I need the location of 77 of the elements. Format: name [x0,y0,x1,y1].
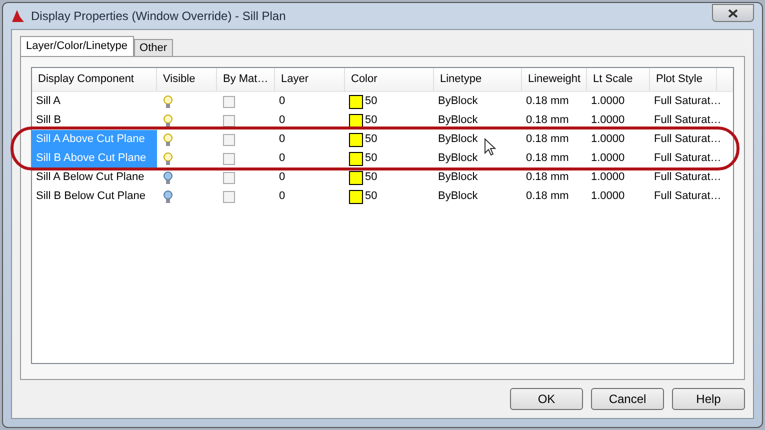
checkbox[interactable] [223,190,235,202]
light-bulb-icon[interactable] [163,94,173,108]
table-cell-text: 0 [279,113,286,128]
dialog-button[interactable]: Cancel [591,388,664,410]
mouse-cursor-icon [484,138,496,157]
color-swatch [349,152,363,166]
light-bulb-icon[interactable] [163,170,173,184]
table-cell[interactable]: Sill B [32,111,157,130]
table-cell-text: ByBlock [438,170,478,186]
table-cell-text: 1.0000 [591,151,625,166]
column-header[interactable]: Visible [157,68,217,91]
table-cell-text: 0.18 mm [526,94,569,110]
color-swatch [349,132,363,146]
table-cell-text: 50 [365,132,378,148]
table-cell-text: Full Saturat… [654,113,722,128]
table-cell-text: ByBlock [438,151,478,166]
table-cell-text: ByBlock [438,189,478,204]
table-cell-text: 0 [279,189,286,204]
table-cell-text: ByBlock [438,113,478,128]
checkbox[interactable] [223,114,235,126]
close-button[interactable] [712,4,754,22]
checkbox[interactable] [223,96,235,108]
table-cell-text: 50 [365,170,378,186]
dialog-button[interactable]: Help [672,388,745,410]
table-cell-text: 50 [365,189,378,204]
light-bulb-icon[interactable] [163,132,173,146]
column-header[interactable]: Layer [275,68,345,91]
color-swatch [349,170,363,184]
light-bulb-icon[interactable] [163,114,173,128]
checkbox[interactable] [223,172,235,184]
table-cell-text: 1.0000 [591,113,625,128]
table-cell-text: Full Saturat… [654,151,722,166]
checkbox[interactable] [223,134,235,146]
column-header[interactable]: By Mat… [217,68,275,91]
table-cell-text: 1.0000 [591,189,625,204]
column-header[interactable]: Plot Style [650,68,717,91]
table-cell-text: ByBlock [438,132,478,148]
table-cell-text: 0 [279,94,286,110]
tab[interactable]: Other [134,39,174,56]
table-cell-text: Full Saturat… [654,170,722,186]
table-cell-text: Full Saturat… [654,132,722,148]
table-cell-text: Full Saturat… [654,189,722,204]
light-bulb-icon[interactable] [163,190,173,204]
close-icon [728,8,738,18]
table-cell-text: 50 [365,113,378,128]
table-cell-text: Full Saturat… [654,94,722,110]
color-swatch [349,190,363,204]
color-swatch [349,114,363,128]
table-cell-text: 0.18 mm [526,132,569,148]
color-swatch [349,94,363,108]
table-cell-text: 0.18 mm [526,151,569,166]
column-header[interactable]: Display Component [32,68,157,91]
light-bulb-icon[interactable] [163,152,173,166]
table-cell-text: 0.18 mm [526,170,569,186]
column-header[interactable]: Linetype [434,68,522,91]
column-header[interactable]: Lt Scale [587,68,650,91]
window-title: Display Properties (Window Override) - Sill Plan [31,8,286,25]
table-cell[interactable]: Sill A [32,92,157,111]
table-cell-text: 0 [279,151,286,166]
table-cell[interactable]: Sill A Below Cut Plane [32,168,157,187]
table-cell-text: 50 [365,94,378,110]
column-header[interactable]: Color [345,68,434,91]
tab[interactable]: Layer/Color/Linetype [20,36,134,56]
app-logo-icon [11,9,25,23]
table-cell-text: 0.18 mm [526,113,569,128]
table-cell-text: ByBlock [438,94,478,110]
table-cell-text: 0 [279,170,286,186]
column-header[interactable]: Lineweight [522,68,587,91]
table-cell-text: 1.0000 [591,94,625,110]
table-cell-text: 1.0000 [591,170,625,186]
table-cell-text: 1.0000 [591,132,625,148]
dialog-button[interactable]: OK [510,388,583,410]
table-cell-text: 0.18 mm [526,189,569,204]
table-cell-text: 50 [365,151,378,166]
table-cell[interactable]: Sill B Below Cut Plane [32,187,157,206]
checkbox[interactable] [223,152,235,164]
table-cell-text: 0 [279,132,286,148]
